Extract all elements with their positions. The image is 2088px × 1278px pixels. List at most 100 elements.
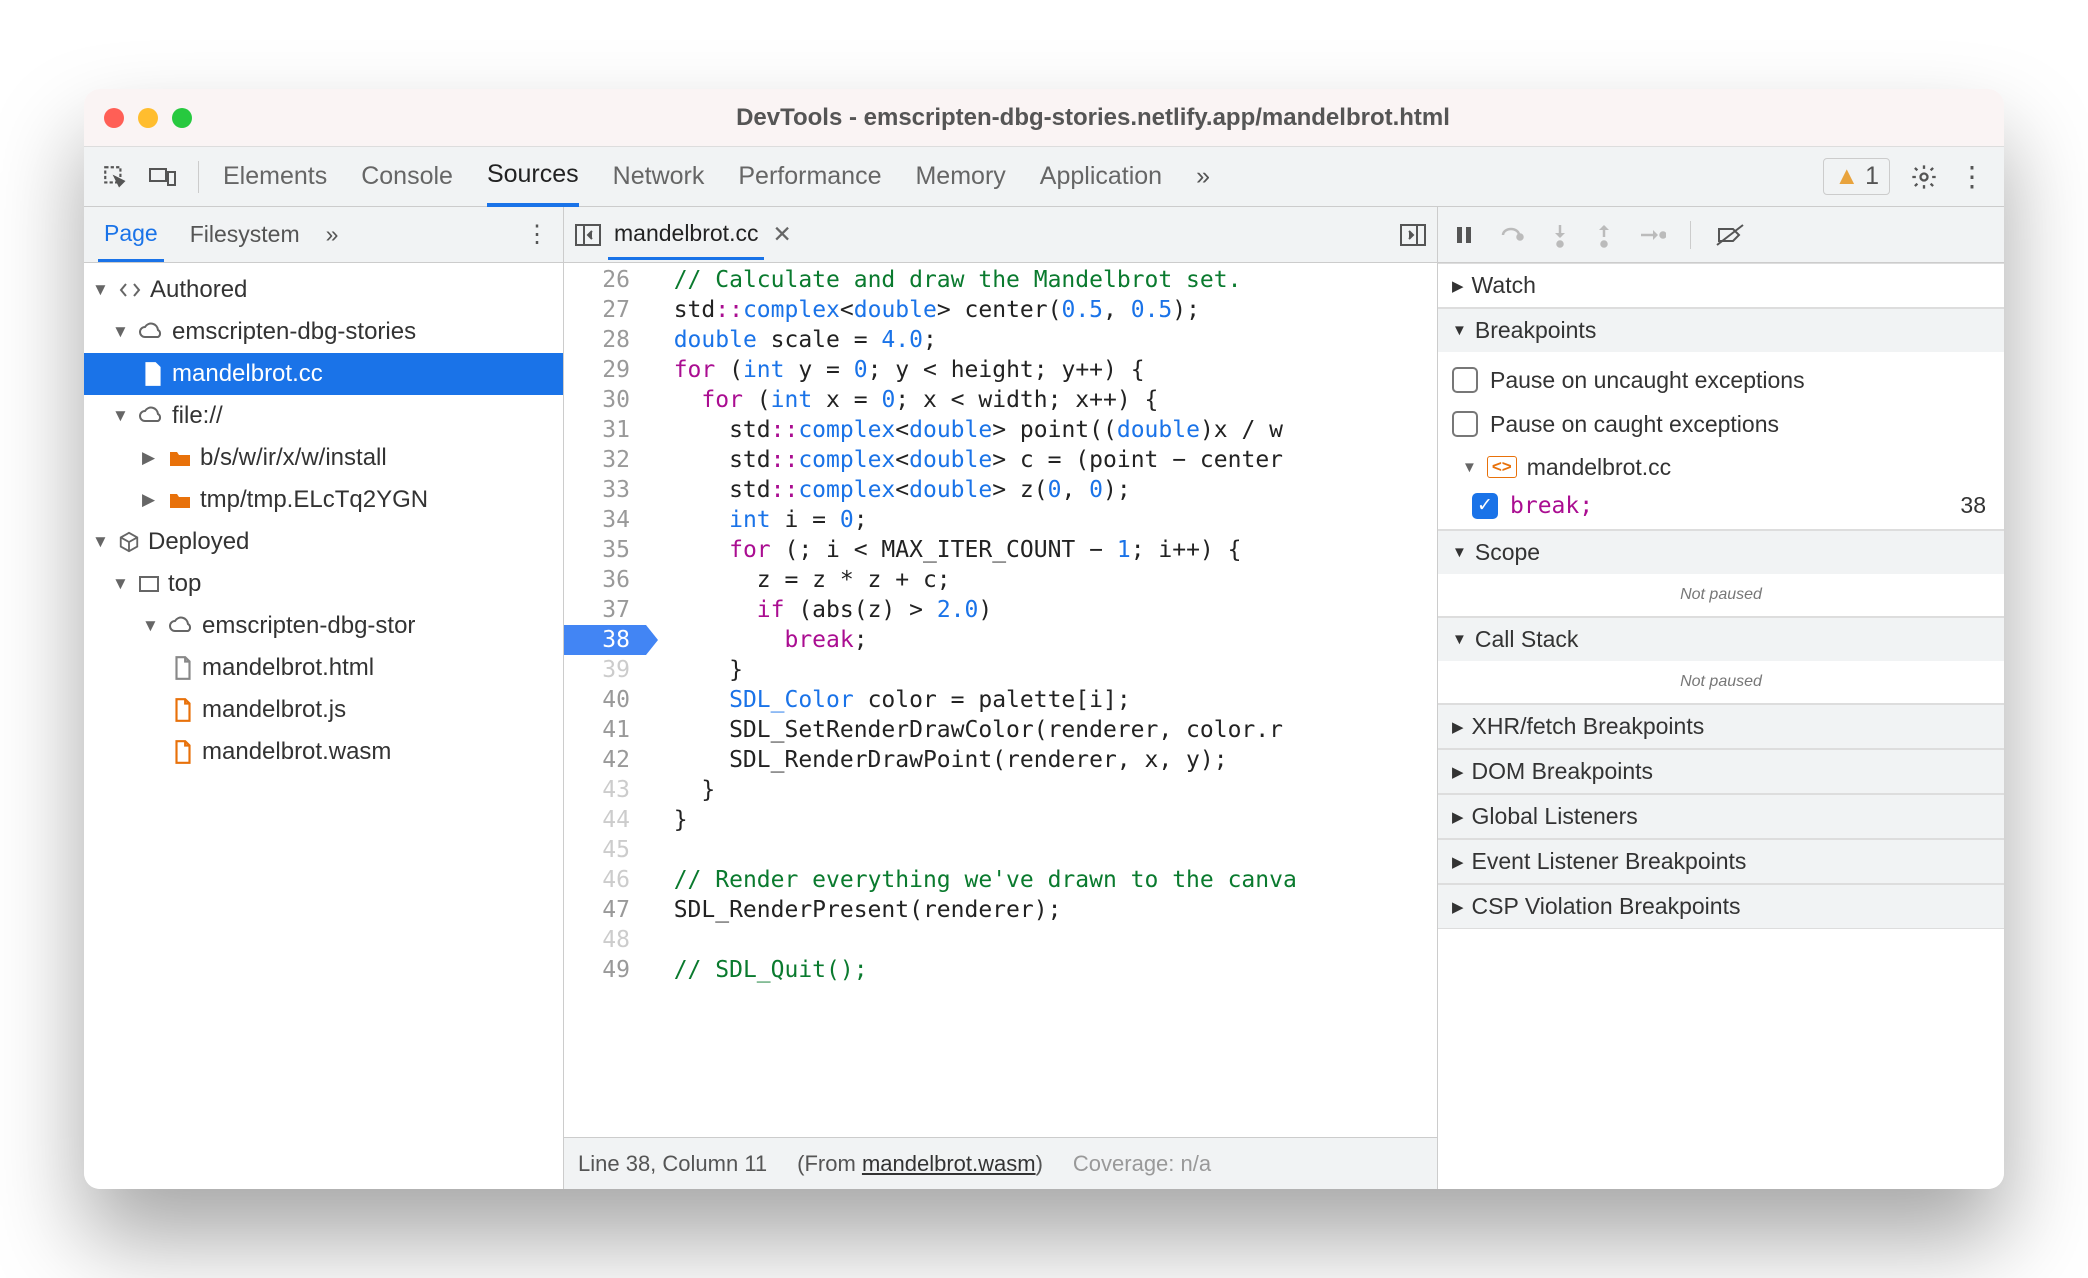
more-menu-icon[interactable]: ⋮ — [1958, 160, 1986, 193]
csp-section: ▶ CSP Violation Breakpoints — [1438, 884, 2004, 929]
tree-authored[interactable]: ▼ Authored — [84, 269, 563, 311]
device-icon[interactable] — [148, 164, 178, 190]
navigator-tabs: Page Filesystem » ⋮ — [84, 207, 563, 263]
tree-folder-install[interactable]: ▶ b/s/w/ir/x/w/install — [84, 437, 563, 479]
file-icon — [172, 739, 194, 765]
more-tabs-icon[interactable]: » — [1196, 162, 1210, 191]
callstack-header[interactable]: ▼ Call Stack — [1438, 617, 2004, 661]
editor-tab-mandelbrot[interactable]: mandelbrot.cc — [608, 210, 764, 260]
deployed-icon — [118, 531, 140, 553]
collapse-icon: ▼ — [1452, 631, 1467, 648]
tab-sources[interactable]: Sources — [487, 146, 579, 207]
code-editor[interactable]: 2627282930313233343536373839404142434445… — [564, 263, 1437, 1137]
warnings-count: 1 — [1865, 162, 1879, 191]
source-file-icon: <> — [1487, 456, 1517, 478]
source-from: (From mandelbrot.wasm) — [797, 1151, 1043, 1177]
dom-header[interactable]: ▶ DOM Breakpoints — [1438, 749, 2004, 793]
warning-icon: ▲ — [1834, 162, 1859, 191]
source-link[interactable]: mandelbrot.wasm — [862, 1151, 1036, 1176]
tree-top[interactable]: ▼ top — [84, 563, 563, 605]
authored-icon — [118, 280, 142, 300]
expand-icon: ▶ — [1452, 898, 1464, 916]
dom-section: ▶ DOM Breakpoints — [1438, 749, 2004, 794]
step-over-icon[interactable] — [1500, 223, 1526, 247]
xhr-section: ▶ XHR/fetch Breakpoints — [1438, 704, 2004, 749]
tab-memory[interactable]: Memory — [915, 148, 1005, 205]
tree-file-js[interactable]: mandelbrot.js — [84, 689, 563, 731]
step-icon[interactable] — [1638, 223, 1666, 247]
expand-icon: ▶ — [1452, 808, 1464, 826]
scope-section: ▼ Scope Not paused — [1438, 530, 2004, 617]
cloud-icon — [138, 322, 164, 342]
close-window-button[interactable] — [104, 108, 124, 128]
breakpoint-entry[interactable]: ✓ break; 38 — [1452, 488, 1990, 523]
debugger-pane: ▶ Watch ▼ Breakpoints Pause on uncaught … — [1438, 207, 2004, 1189]
filesystem-tab[interactable]: Filesystem — [184, 209, 306, 260]
checkbox-checked-icon[interactable]: ✓ — [1472, 493, 1498, 519]
pause-uncaught-row[interactable]: Pause on uncaught exceptions — [1452, 358, 1990, 402]
global-section: ▶ Global Listeners — [1438, 794, 2004, 839]
tree-folder-tmp[interactable]: ▶ tmp/tmp.ELcTq2YGN — [84, 479, 563, 521]
breakpoints-header[interactable]: ▼ Breakpoints — [1438, 308, 2004, 352]
settings-icon[interactable] — [1910, 163, 1938, 191]
global-header[interactable]: ▶ Global Listeners — [1438, 794, 2004, 838]
step-into-icon[interactable] — [1550, 222, 1570, 248]
minimize-window-button[interactable] — [138, 108, 158, 128]
csp-header[interactable]: ▶ CSP Violation Breakpoints — [1438, 884, 2004, 928]
xhr-header[interactable]: ▶ XHR/fetch Breakpoints — [1438, 704, 2004, 748]
tree-deployed[interactable]: ▼ Deployed — [84, 521, 563, 563]
tab-performance[interactable]: Performance — [738, 148, 881, 205]
watch-header[interactable]: ▶ Watch — [1438, 263, 2004, 307]
editor-tabs: mandelbrot.cc ✕ — [564, 207, 1437, 263]
tab-application[interactable]: Application — [1040, 148, 1162, 205]
cloud-icon — [168, 616, 194, 636]
tab-elements[interactable]: Elements — [223, 148, 327, 205]
warnings-badge[interactable]: ▲ 1 — [1823, 158, 1890, 195]
toggle-navigator-icon[interactable] — [574, 223, 602, 247]
navigator-pane: Page Filesystem » ⋮ ▼ Authored ▼ — [84, 207, 564, 1189]
code-content[interactable]: // Calculate and draw the Mandelbrot set… — [646, 263, 1437, 1137]
toggle-debugger-icon[interactable] — [1399, 223, 1427, 247]
close-tab-icon[interactable]: ✕ — [772, 221, 791, 248]
callstack-not-paused: Not paused — [1438, 661, 2004, 703]
collapse-icon: ▼ — [1452, 322, 1467, 339]
scope-header[interactable]: ▼ Scope — [1438, 530, 2004, 574]
breakpoint-file[interactable]: ▼ <> mandelbrot.cc — [1452, 446, 1990, 488]
window-title: DevTools - emscripten-dbg-stories.netlif… — [202, 104, 1984, 132]
tree-file-wasm[interactable]: mandelbrot.wasm — [84, 731, 563, 773]
pause-icon[interactable] — [1452, 223, 1476, 247]
page-tab[interactable]: Page — [98, 208, 164, 262]
editor-pane: mandelbrot.cc ✕ 262728293031323334353637… — [564, 207, 1438, 1189]
tree-domain-1[interactable]: ▼ emscripten-dbg-stories — [84, 311, 563, 353]
line-gutter[interactable]: 2627282930313233343536373839404142434445… — [564, 263, 646, 1137]
callstack-section: ▼ Call Stack Not paused — [1438, 617, 2004, 704]
titlebar: DevTools - emscripten-dbg-stories.netlif… — [84, 89, 2004, 147]
pause-caught-row[interactable]: Pause on caught exceptions — [1452, 402, 1990, 446]
file-tree: ▼ Authored ▼ emscripten-dbg-stories — [84, 263, 563, 773]
file-icon — [142, 361, 164, 387]
cursor-position: Line 38, Column 11 — [578, 1151, 767, 1177]
tab-console[interactable]: Console — [361, 148, 453, 205]
maximize-window-button[interactable] — [172, 108, 192, 128]
step-out-icon[interactable] — [1594, 222, 1614, 248]
panel-tabs: Elements Console Sources Network Perform… — [223, 146, 1210, 207]
event-header[interactable]: ▶ Event Listener Breakpoints — [1438, 839, 2004, 883]
inspect-icon[interactable] — [102, 164, 128, 190]
breakpoints-section: ▼ Breakpoints Pause on uncaught exceptio… — [1438, 308, 2004, 530]
more-tabs-icon[interactable]: » — [326, 221, 339, 248]
tree-file-protocol[interactable]: ▼ file:// — [84, 395, 563, 437]
checkbox-icon[interactable] — [1452, 411, 1478, 437]
tree-domain-2[interactable]: ▼ emscripten-dbg-stor — [84, 605, 563, 647]
deactivate-breakpoints-icon[interactable] — [1715, 223, 1745, 247]
more-menu-icon[interactable]: ⋮ — [525, 220, 549, 249]
tab-network[interactable]: Network — [613, 148, 705, 205]
tree-file-mandelbrot-cc[interactable]: mandelbrot.cc — [84, 353, 563, 395]
status-bar: Line 38, Column 11 (From mandelbrot.wasm… — [564, 1137, 1437, 1189]
scope-not-paused: Not paused — [1438, 574, 2004, 616]
file-icon — [172, 655, 194, 681]
checkbox-icon[interactable] — [1452, 367, 1478, 393]
tree-file-html[interactable]: mandelbrot.html — [84, 647, 563, 689]
main-toolbar: Elements Console Sources Network Perform… — [84, 147, 2004, 207]
collapse-icon: ▼ — [1462, 459, 1477, 476]
debugger-controls — [1438, 207, 2004, 263]
